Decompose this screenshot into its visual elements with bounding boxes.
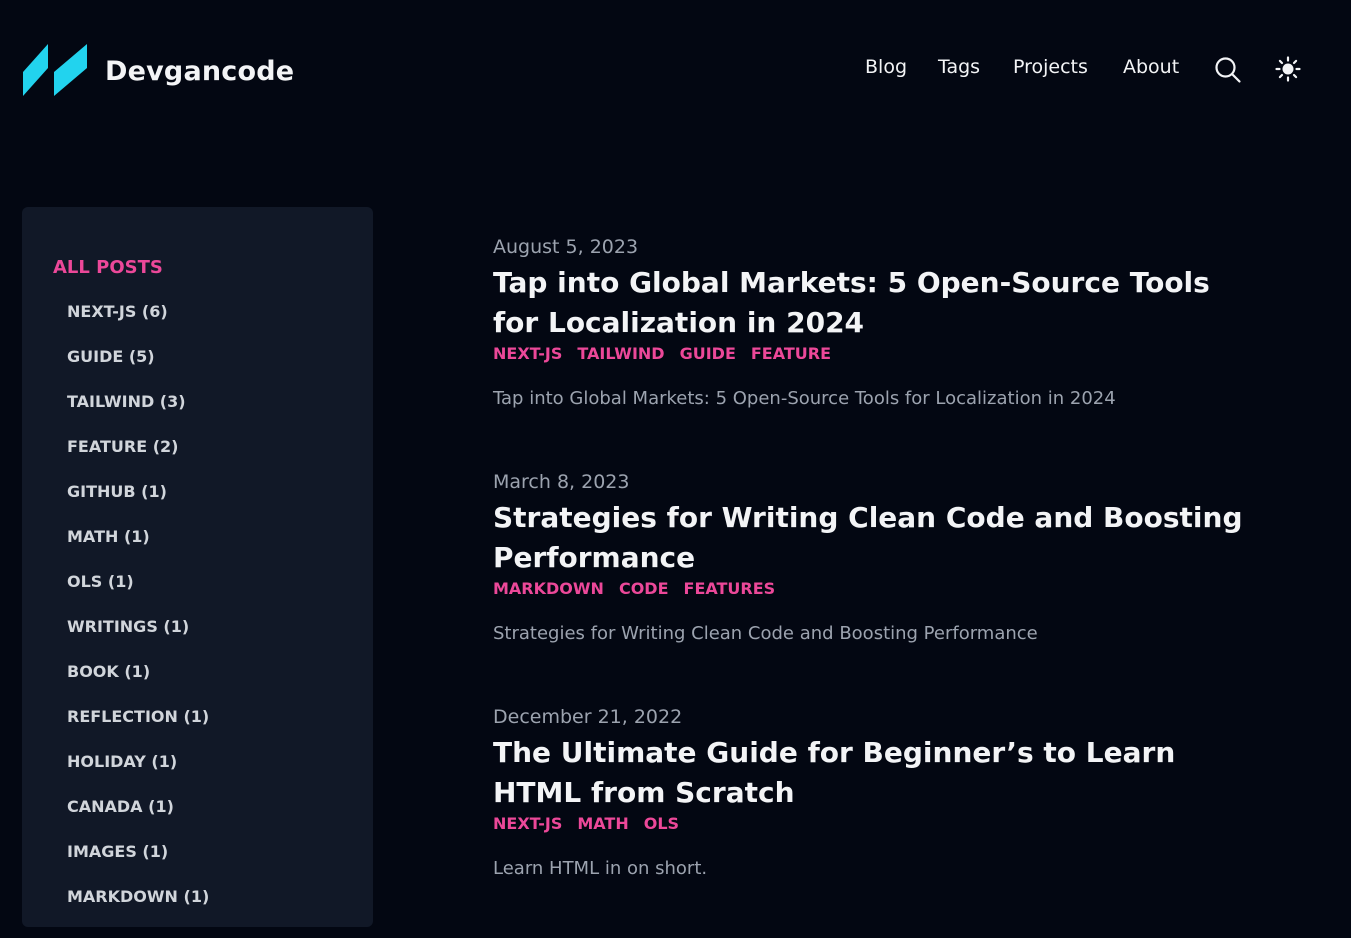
tag-list: NEXT-JS (6) GUIDE (5) TAILWIND (3) FEATU… bbox=[67, 302, 209, 932]
all-posts-link[interactable]: ALL POSTS bbox=[53, 257, 163, 278]
post-date: August 5, 2023 bbox=[493, 236, 639, 258]
post-tag-link[interactable]: FEATURE bbox=[751, 341, 831, 371]
nav-link-about[interactable]: About bbox=[1123, 56, 1179, 78]
post-tags: NEXT-JS MATH OLS bbox=[493, 811, 1293, 841]
tag-link[interactable]: GITHUB (1) bbox=[67, 482, 209, 527]
tag-link[interactable]: IMAGES (1) bbox=[67, 842, 209, 887]
tag-link[interactable]: MARKDOWN (1) bbox=[67, 887, 209, 932]
post-summary: Strategies for Writing Clean Code and Bo… bbox=[493, 623, 1038, 644]
post-summary: Tap into Global Markets: 5 Open-Source T… bbox=[493, 388, 1116, 409]
tag-link[interactable]: WRITINGS (1) bbox=[67, 617, 209, 662]
tag-link[interactable]: HOLIDAY (1) bbox=[67, 752, 209, 797]
tag-link[interactable]: BOOK (1) bbox=[67, 662, 209, 707]
tag-link[interactable]: NEXT-JS (6) bbox=[67, 302, 209, 347]
post-tag-link[interactable]: GUIDE bbox=[680, 341, 736, 371]
post-title-link[interactable]: The Ultimate Guide for Beginner’s to Lea… bbox=[493, 733, 1253, 813]
slashes-logo-icon[interactable] bbox=[23, 42, 89, 96]
post-item: August 5, 2023 Tap into Global Markets: … bbox=[493, 233, 1293, 468]
nav-link-tags[interactable]: Tags bbox=[938, 56, 980, 78]
post-tag-link[interactable]: MATH bbox=[577, 811, 628, 841]
tag-link[interactable]: OLS (1) bbox=[67, 572, 209, 617]
post-item: December 21, 2022 The Ultimate Guide for… bbox=[493, 703, 1293, 938]
tag-link[interactable]: REFLECTION (1) bbox=[67, 707, 209, 752]
post-tag-link[interactable]: NEXT-JS bbox=[493, 811, 562, 841]
site-header: Devgancode Blog Tags Projects About bbox=[0, 0, 1351, 140]
tag-link[interactable]: GUIDE (5) bbox=[67, 347, 209, 392]
search-icon[interactable] bbox=[1214, 56, 1242, 84]
post-tag-link[interactable]: FEATURES bbox=[684, 576, 776, 606]
nav-link-blog[interactable]: Blog bbox=[865, 56, 907, 78]
post-title-link[interactable]: Tap into Global Markets: 5 Open-Source T… bbox=[493, 263, 1253, 343]
post-date: March 8, 2023 bbox=[493, 471, 630, 493]
tag-link[interactable]: TAILWIND (3) bbox=[67, 392, 209, 437]
post-tags: MARKDOWN CODE FEATURES bbox=[493, 576, 1293, 606]
post-tag-link[interactable]: OLS bbox=[644, 811, 679, 841]
tag-link[interactable]: MATH (1) bbox=[67, 527, 209, 572]
nav-link-projects[interactable]: Projects bbox=[1013, 56, 1088, 78]
sun-icon[interactable] bbox=[1275, 56, 1301, 82]
post-summary: Learn HTML in on short. bbox=[493, 858, 708, 879]
tag-link[interactable]: FEATURE (2) bbox=[67, 437, 209, 482]
post-list: August 5, 2023 Tap into Global Markets: … bbox=[493, 233, 1293, 938]
post-item: March 8, 2023 Strategies for Writing Cle… bbox=[493, 468, 1293, 703]
post-date: December 21, 2022 bbox=[493, 706, 683, 728]
post-tag-link[interactable]: CODE bbox=[619, 576, 669, 606]
post-tag-link[interactable]: NEXT-JS bbox=[493, 341, 562, 371]
post-tag-link[interactable]: MARKDOWN bbox=[493, 576, 604, 606]
tags-sidebar: ALL POSTS NEXT-JS (6) GUIDE (5) TAILWIND… bbox=[22, 207, 373, 927]
post-tag-link[interactable]: TAILWIND bbox=[577, 341, 664, 371]
site-title[interactable]: Devgancode bbox=[105, 56, 294, 87]
post-tags: NEXT-JS TAILWIND GUIDE FEATURE bbox=[493, 341, 1293, 371]
post-title-link[interactable]: Strategies for Writing Clean Code and Bo… bbox=[493, 498, 1253, 578]
tag-link[interactable]: CANADA (1) bbox=[67, 797, 209, 842]
